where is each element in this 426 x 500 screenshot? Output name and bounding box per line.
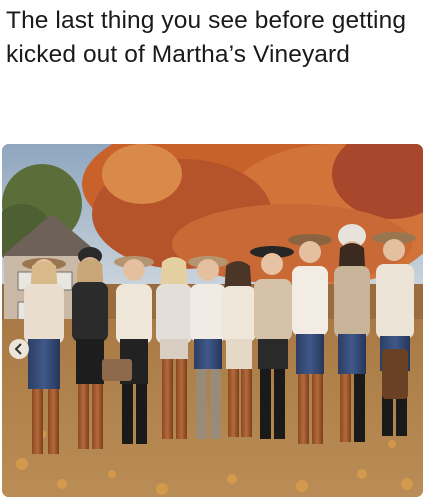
group-photo [2,144,423,497]
meme-caption: The last thing you see before getting ki… [6,7,407,68]
arrow-icon [9,339,29,359]
group-of-women [22,224,416,454]
